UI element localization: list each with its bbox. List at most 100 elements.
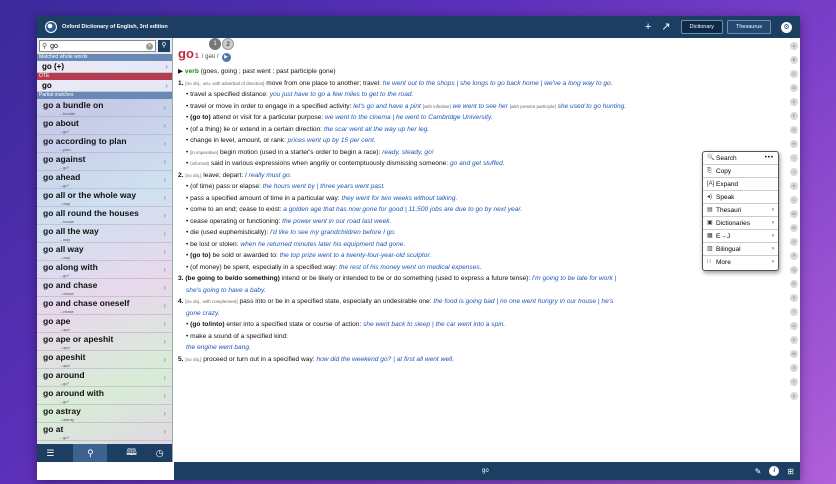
sense-line: 3. (be going to be/do something) intend …	[178, 273, 782, 285]
sense-text: she's going to have a baby.	[186, 286, 266, 294]
index-letter[interactable]: I	[790, 154, 798, 162]
index-letter[interactable]: U	[790, 322, 798, 330]
list-item[interactable]: go around →go¹ ›	[37, 369, 172, 387]
chevron-right-icon: ›	[163, 373, 166, 382]
list-item[interactable]: go apeshit →ape ›	[37, 351, 172, 369]
sense-text: [with infinitive]	[422, 103, 451, 109]
index-letter[interactable]: L	[790, 196, 798, 204]
add-icon[interactable]: +	[645, 16, 651, 38]
list-item[interactable]: go all the way →way ›	[37, 225, 172, 243]
tab-thesaurus[interactable]: Thesaurus	[727, 20, 771, 34]
list-item[interactable]: go ape or apeshit →ape ›	[37, 333, 172, 351]
clear-icon[interactable]: ×	[146, 42, 153, 50]
sense-text: • travel a specified distance:	[186, 91, 270, 98]
share-icon[interactable]: ⊞	[787, 467, 794, 476]
ote-item[interactable]: go ›	[37, 80, 172, 92]
index-letter[interactable]: F	[790, 112, 798, 120]
menu-item-bilingual[interactable]: ▥ Bilingual ›	[703, 243, 778, 256]
list-item-label: go about	[43, 118, 79, 128]
index-letter[interactable]: E	[790, 98, 798, 106]
list-item[interactable]: go ape →ape ›	[37, 315, 172, 333]
index-letter[interactable]: M	[790, 210, 798, 218]
list-item[interactable]: go a bundle on →bundle ›	[37, 99, 172, 117]
list-item[interactable]: go all or the whole way →way ›	[37, 189, 172, 207]
list-item-sub: →go¹	[59, 129, 69, 134]
book-icon[interactable]: 🕮	[126, 445, 137, 461]
sense-text: • (of a thing) lie or extend in a certai…	[186, 125, 324, 133]
sense-line: she's going to have a baby.	[178, 285, 782, 297]
list-item-sub: →go¹	[59, 165, 69, 170]
sense-text: said in various expressions when angrily…	[209, 160, 450, 167]
menu-item-e-j[interactable]: ▦ E→J ›	[703, 230, 778, 243]
index-letter[interactable]: P	[790, 252, 798, 260]
list-item[interactable]: go about →go¹ ›	[37, 117, 172, 135]
index-letter[interactable]: W	[790, 350, 798, 358]
index-letter[interactable]: X	[790, 364, 798, 372]
index-letter[interactable]: A	[790, 42, 798, 50]
search-options-icon[interactable]: ⚲	[158, 40, 170, 52]
index-letter[interactable]: K	[790, 182, 798, 190]
menu-item-label: Bilingual	[716, 245, 741, 253]
index-letter[interactable]: V	[790, 336, 798, 344]
list-item[interactable]: go against →go¹ ›	[37, 153, 172, 171]
list-item-sub: →way	[59, 201, 71, 206]
list-item[interactable]: go along with →go¹ ›	[37, 261, 172, 279]
index-letter[interactable]: R	[790, 280, 798, 288]
index-letter[interactable]: S	[790, 294, 798, 302]
index-letter[interactable]: J	[790, 168, 798, 176]
index-letter[interactable]: H	[790, 140, 798, 148]
index-letter[interactable]: D	[790, 84, 798, 92]
menu-item-copy[interactable]: ⎘ Copy	[703, 165, 778, 178]
headword-line: go 1 / gəʊ / ▶	[178, 47, 782, 66]
index-letter[interactable]: O	[790, 238, 798, 246]
menu-item-thesauri[interactable]: ▤ Thesauri ›	[703, 204, 778, 217]
index-letter[interactable]: Z	[790, 392, 798, 400]
menu-item-search[interactable]: 🔍 Search •••	[703, 152, 778, 165]
edit-icon[interactable]: ✎	[755, 467, 762, 476]
gear-icon[interactable]: ⚙	[781, 21, 792, 33]
index-letter[interactable]: C	[790, 70, 798, 78]
chevron-right-icon: ›	[163, 211, 166, 220]
matched-item[interactable]: go (+) ›	[37, 61, 172, 73]
menu-item-dictionaries[interactable]: ▣ Dictionaries ›	[703, 217, 778, 230]
list-item[interactable]: go around with →go¹ ›	[37, 387, 172, 405]
audio-icon[interactable]: ▶	[221, 53, 231, 62]
search-tab-icon[interactable]: ⚲	[73, 444, 108, 462]
info-icon[interactable]: i	[769, 466, 780, 476]
index-letter[interactable]: B	[790, 56, 798, 64]
index-letter[interactable]: Y	[790, 378, 798, 386]
list-item-sub: →go¹	[59, 381, 69, 386]
search-input[interactable]	[50, 42, 141, 50]
partial-header: Partial matches	[37, 92, 172, 99]
index-letter[interactable]: T	[790, 308, 798, 316]
thesaurus-icon: ▤	[707, 206, 713, 213]
index-letter[interactable]: G	[790, 126, 798, 134]
list-item-label: go all the way	[43, 226, 99, 236]
list-item[interactable]: go astray →astray ›	[37, 405, 172, 423]
sense-line: • (of a thing) lie or extend in a certai…	[178, 124, 782, 136]
index-letter[interactable]: Q	[790, 266, 798, 274]
share-icon[interactable]: ↗	[661, 16, 670, 38]
list-item[interactable]: go according to plan →plan ›	[37, 135, 172, 153]
tab-dictionary[interactable]: Dictionary	[680, 20, 723, 34]
menu-item-speak[interactable]: ◂) Speak	[703, 191, 778, 204]
index-letter[interactable]: N	[790, 224, 798, 232]
sense-line: • travel a specified distance: you just …	[178, 89, 782, 101]
sense-text: be sold or awarded to:	[210, 252, 280, 259]
search-box[interactable]: ⚲ ×	[39, 40, 156, 52]
history-icon[interactable]: ◷	[156, 448, 164, 459]
list-item[interactable]: go all way →way ›	[37, 243, 172, 261]
menu-item-label: E→J	[716, 232, 731, 240]
menu-item-more[interactable]: ∷ More ›	[703, 256, 778, 269]
list-item[interactable]: go and chase oneself →chase ›	[37, 297, 172, 315]
menu-icon[interactable]: ☰	[46, 448, 54, 459]
menu-item-expand[interactable]: [A] Expand	[703, 178, 778, 191]
sense-text: we went to see her	[450, 102, 510, 110]
list-item[interactable]: go ahead →go¹ ›	[37, 171, 172, 189]
list-item[interactable]: go all round the houses →house ›	[37, 207, 172, 225]
sense-line: • travel or move in order to engage in a…	[178, 101, 782, 113]
sense-text: [in imperative]	[190, 149, 219, 155]
list-item[interactable]: go at →go¹ ›	[37, 423, 172, 441]
entry-pane: 1 2 go 1 / gəʊ / ▶ ▶ verb (goes, going ;…	[174, 38, 788, 462]
list-item[interactable]: go and chase →chase ›	[37, 279, 172, 297]
